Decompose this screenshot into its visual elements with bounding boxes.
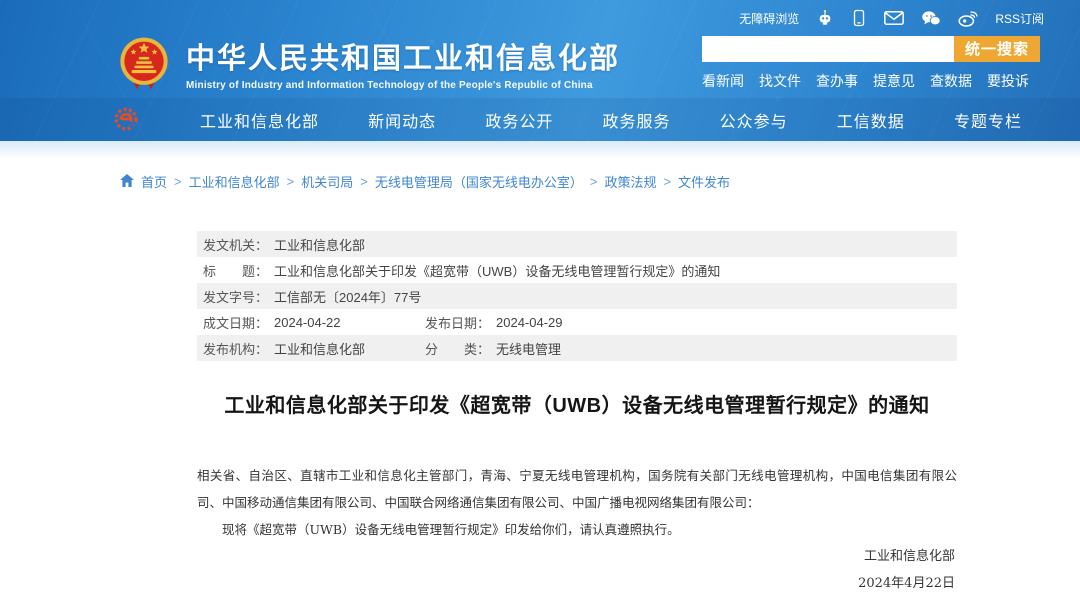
- nav-item-participation[interactable]: 公众参与: [720, 108, 788, 132]
- breadcrumb-separator: >: [287, 174, 295, 189]
- site-title: 中华人民共和国工业和信息化部: [186, 35, 620, 77]
- document-title: 工业和信息化部关于印发《超宽带（UWB）设备无线电管理暂行规定》的通知: [197, 389, 957, 418]
- meta-value: 工业和信息化部: [274, 235, 365, 254]
- nav-item-topics[interactable]: 专题专栏: [954, 108, 1022, 132]
- breadcrumb-policies[interactable]: 政策法规: [604, 172, 656, 191]
- meta-value: 无线电管理: [496, 339, 561, 358]
- content: 首页 > 工业和信息化部 > 机关司局 > 无线电管理局（国家无线电办公室） >…: [0, 141, 1080, 597]
- topbar: 无障碍浏览 RSS订阅: [0, 0, 1080, 28]
- breadcrumb-departments[interactable]: 机关司局: [301, 172, 353, 191]
- breadcrumb-separator: >: [174, 174, 182, 189]
- national-emblem-icon: [116, 35, 172, 91]
- accessibility-link[interactable]: 无障碍浏览: [739, 10, 799, 27]
- document-meta-table: 发文机关： 工业和信息化部 标 题： 工业和信息化部关于印发《超宽带（UWB）设…: [197, 231, 957, 361]
- document-paragraph: 相关省、自治区、直辖市工业和信息化主管部门，青海、宁夏无线电管理机构，国务院有关…: [197, 462, 957, 516]
- meta-value: 工业和信息化部关于印发《超宽带（UWB）设备无线电管理暂行规定》的通知: [274, 261, 720, 280]
- signature-date: 2024年4月22日: [197, 570, 955, 597]
- breadcrumb-separator: >: [360, 174, 368, 189]
- breadcrumb: 首页 > 工业和信息化部 > 机关司局 > 无线电管理局（国家无线电办公室） >…: [120, 172, 1080, 191]
- meta-row-doc-number: 发文字号： 工信部无〔2024年〕77号: [197, 283, 957, 309]
- search-area: 统一搜索 看新闻 找文件 查办事 提意见 查数据 要投诉: [702, 36, 1040, 91]
- breadcrumb-miit[interactable]: 工业和信息化部: [189, 172, 280, 191]
- meta-row-org-category: 发布机构： 工业和信息化部 分 类： 无线电管理: [197, 335, 957, 361]
- search-button[interactable]: 统一搜索: [954, 36, 1040, 62]
- meta-label: 标 题：: [203, 261, 268, 280]
- document-body: 相关省、自治区、直辖市工业和信息化主管部门，青海、宁夏无线电管理机构，国务院有关…: [197, 462, 957, 543]
- nav-item-gov-services[interactable]: 政务服务: [602, 108, 670, 132]
- rss-link[interactable]: RSS订阅: [995, 10, 1044, 27]
- meta-label: 发文机关：: [203, 235, 268, 254]
- meta-label: 成文日期：: [203, 313, 268, 332]
- signature-block: 工业和信息化部 2024年4月22日: [197, 543, 957, 597]
- nav-item-gov-disclosure[interactable]: 政务公开: [485, 108, 553, 132]
- meta-value: 2024-04-29: [496, 315, 563, 330]
- search-input[interactable]: [702, 36, 954, 62]
- quick-links: 看新闻 找文件 查办事 提意见 查数据 要投诉: [702, 71, 1040, 91]
- quick-link-services[interactable]: 查办事: [816, 71, 858, 91]
- meta-row-title: 标 题： 工业和信息化部关于印发《超宽带（UWB）设备无线电管理暂行规定》的通知: [197, 257, 957, 283]
- quick-link-complaint[interactable]: 要投诉: [987, 71, 1029, 91]
- breadcrumb-document-release[interactable]: 文件发布: [678, 172, 730, 191]
- meta-value: 工信部无〔2024年〕77号: [274, 287, 421, 306]
- quick-link-feedback[interactable]: 提意见: [873, 71, 915, 91]
- nav-bar: 工业和信息化部 新闻动态 政务公开 政务服务 公众参与 工信数据 专题专栏: [0, 98, 1080, 141]
- site-subtitle: Ministry of Industry and Information Tec…: [186, 80, 620, 91]
- meta-label: 发布日期：: [425, 313, 490, 332]
- site-titles: 中华人民共和国工业和信息化部 Ministry of Industry and …: [186, 35, 620, 91]
- document-paragraph: 现将《超宽带（UWB）设备无线电管理暂行规定》印发给你们，请认真遵照执行。: [197, 516, 957, 543]
- nav-item-miit[interactable]: 工业和信息化部: [200, 108, 319, 132]
- mobile-icon[interactable]: [851, 9, 867, 27]
- home-icon: [120, 174, 134, 190]
- wechat-icon[interactable]: [921, 10, 941, 27]
- meta-row-issuing-org: 发文机关： 工业和信息化部: [197, 231, 957, 257]
- meta-row-dates: 成文日期： 2024-04-22 发布日期： 2024-04-29: [197, 309, 957, 335]
- quick-link-files[interactable]: 找文件: [759, 71, 801, 91]
- quick-link-data[interactable]: 查数据: [930, 71, 972, 91]
- meta-value: 2024-04-22: [274, 315, 341, 330]
- page: 无障碍浏览 RSS订阅: [0, 0, 1080, 592]
- meta-label: 发布机构：: [203, 339, 268, 358]
- mail-icon[interactable]: [884, 10, 904, 26]
- meta-label: 发文字号：: [203, 287, 268, 306]
- header-band: 中华人民共和国工业和信息化部 Ministry of Industry and …: [0, 28, 1080, 98]
- signature-org: 工业和信息化部: [197, 543, 955, 570]
- quick-link-news[interactable]: 看新闻: [702, 71, 744, 91]
- meta-value: 工业和信息化部: [274, 339, 365, 358]
- weibo-icon[interactable]: [958, 10, 978, 27]
- breadcrumb-radio-bureau[interactable]: 无线电管理局（国家无线电办公室）: [375, 172, 583, 191]
- meta-label: 分 类：: [425, 339, 490, 358]
- nav-item-news[interactable]: 新闻动态: [368, 108, 436, 132]
- nav-item-data[interactable]: 工信数据: [837, 108, 905, 132]
- masthead: 无障碍浏览 RSS订阅: [0, 0, 1080, 141]
- breadcrumb-separator: >: [663, 174, 671, 189]
- breadcrumb-home[interactable]: 首页: [141, 172, 167, 191]
- breadcrumb-separator: >: [590, 174, 598, 189]
- nav-items: 工业和信息化部 新闻动态 政务公开 政务服务 公众参与 工信数据 专题专栏: [200, 108, 1022, 132]
- document-area: 发文机关： 工业和信息化部 标 题： 工业和信息化部关于印发《超宽带（UWB）设…: [197, 231, 957, 597]
- assistant-robot-icon[interactable]: [816, 9, 834, 27]
- header-fade: [0, 141, 1080, 159]
- miit-e-logo-icon[interactable]: [112, 105, 142, 135]
